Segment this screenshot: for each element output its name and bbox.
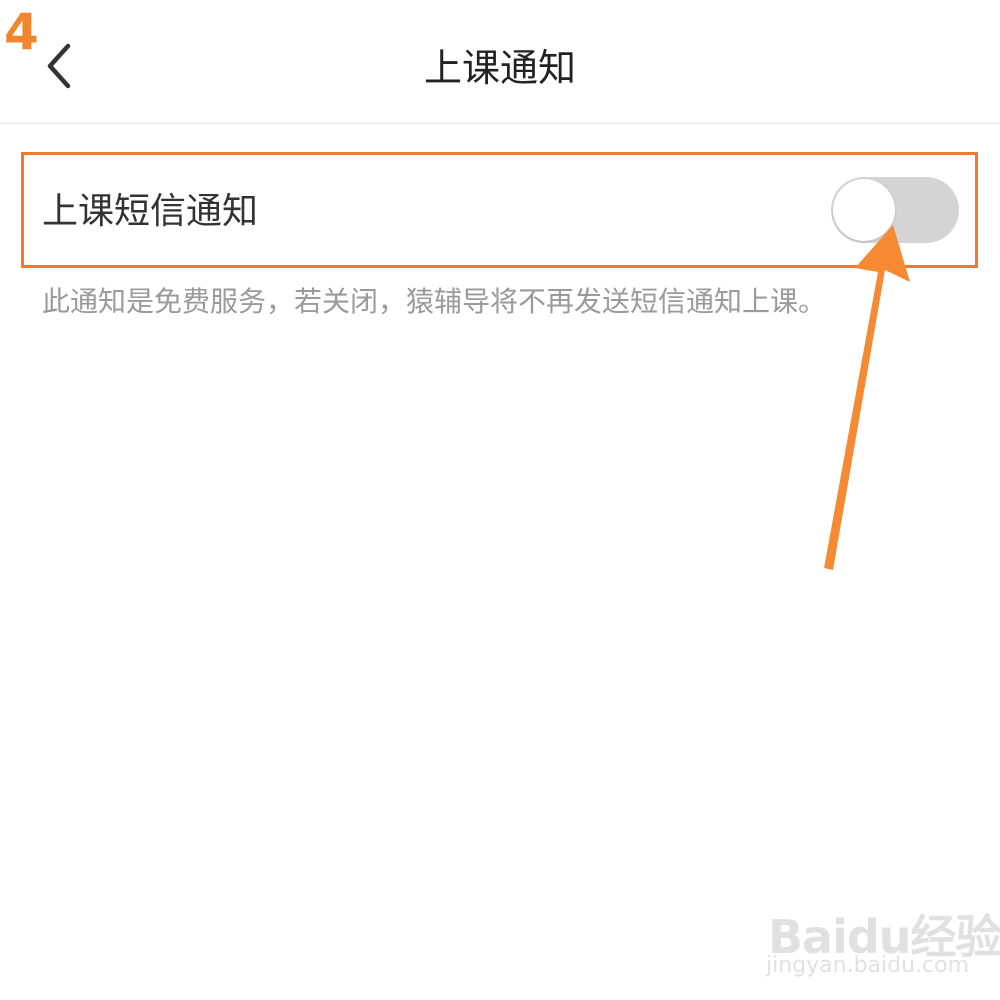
toggle-knob [833,179,895,241]
sms-notification-label: 上课短信通知 [42,191,259,232]
page-title: 上课通知 [423,46,576,90]
baidu-jingyan-watermark: Baidu经验 jingyan.baidu.com [760,895,1000,985]
watermark-url: jingyan.baidu.com [766,953,970,978]
arrow-icon [824,225,910,570]
helper-text: 此通知是免费服务，若关闭，猿辅导将不再发送短信通知上课。 [42,285,827,318]
navigation-bar: 4 上课通知 [0,0,1000,124]
page: 4 上课通知 上课短信通知 此通知是免费服务，若关闭，猿辅导将不再发送短信通知上… [0,0,1000,1000]
sms-notification-toggle[interactable] [831,177,959,243]
